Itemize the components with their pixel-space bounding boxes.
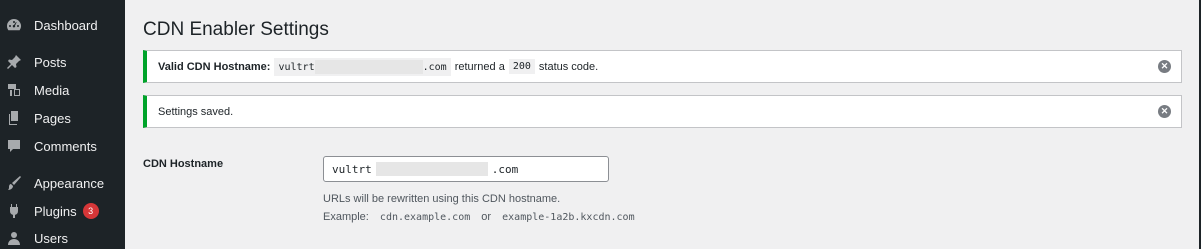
example-label: Example: bbox=[323, 211, 369, 223]
sidebar-item-users[interactable]: Users bbox=[0, 226, 125, 249]
notice-status-code: 200 bbox=[508, 59, 535, 74]
notice-valid-hostname: Valid CDN Hostname: vultrt .com returned … bbox=[143, 50, 1182, 83]
notice-settings-saved: Settings saved. ✕ bbox=[143, 95, 1182, 128]
sidebar-item-label: Posts bbox=[34, 54, 67, 70]
sidebar-item-media[interactable]: Media bbox=[0, 78, 125, 102]
brush-icon bbox=[2, 173, 26, 193]
cdn-hostname-input[interactable]: vultrt .com bbox=[323, 156, 609, 182]
sidebar-item-label: Users bbox=[34, 230, 68, 246]
example-or: or bbox=[481, 211, 492, 223]
cdn-hostname-example: Example: cdn.example.com or example-1a2b… bbox=[323, 210, 643, 225]
notice-text: Settings saved. bbox=[158, 105, 234, 118]
notice-prefix: Valid CDN Hostname: bbox=[158, 60, 271, 73]
sidebar-item-pages[interactable]: Pages bbox=[0, 106, 125, 130]
cdn-hostname-label: CDN Hostname bbox=[143, 158, 224, 170]
page-icon bbox=[2, 108, 26, 128]
page-title: CDN Enabler Settings bbox=[143, 19, 329, 40]
sidebar-item-label: Pages bbox=[34, 110, 71, 126]
input-value-end: .com bbox=[491, 162, 519, 176]
plugin-icon bbox=[2, 201, 26, 221]
admin-sidebar: Dashboard Posts Media Pages Comments App… bbox=[0, 0, 125, 249]
sidebar-item-label: Comments bbox=[34, 138, 97, 154]
sidebar-item-label: Media bbox=[34, 82, 70, 98]
sidebar-item-posts[interactable]: Posts bbox=[0, 50, 125, 74]
sidebar-item-dashboard[interactable]: Dashboard bbox=[0, 13, 125, 37]
notice-hostname-start: vultrt bbox=[278, 61, 315, 73]
pin-icon bbox=[2, 52, 26, 72]
redaction-block bbox=[314, 59, 423, 74]
notice-suffix: status code. bbox=[538, 60, 599, 73]
notice-hostname: vultrt .com bbox=[274, 57, 451, 76]
sidebar-item-appearance[interactable]: Appearance bbox=[0, 171, 125, 195]
notice-mid: returned a bbox=[454, 60, 505, 73]
sidebar-item-label: Dashboard bbox=[34, 17, 98, 33]
input-value-start: vultrt bbox=[332, 162, 372, 176]
sidebar-item-label: Appearance bbox=[34, 175, 105, 191]
user-icon bbox=[2, 228, 26, 248]
example-hostname-1: cdn.example.com bbox=[375, 210, 475, 225]
media-icon bbox=[2, 80, 26, 100]
redaction-block bbox=[375, 162, 488, 176]
example-hostname-2: example-1a2b.kxcdn.com bbox=[498, 210, 639, 225]
update-count-badge: 3 bbox=[82, 203, 99, 219]
sidebar-item-plugins[interactable]: Plugins 3 bbox=[0, 199, 125, 223]
comment-icon bbox=[2, 136, 26, 156]
sidebar-item-label: Plugins bbox=[34, 203, 77, 219]
cdn-hostname-description: URLs will be rewritten using this CDN ho… bbox=[323, 193, 561, 205]
notice-hostname-end: .com bbox=[422, 61, 447, 73]
dismiss-icon[interactable]: ✕ bbox=[1158, 105, 1171, 118]
sidebar-item-comments[interactable]: Comments bbox=[0, 134, 125, 158]
dashboard-icon bbox=[2, 15, 26, 35]
dismiss-icon[interactable]: ✕ bbox=[1158, 60, 1171, 73]
